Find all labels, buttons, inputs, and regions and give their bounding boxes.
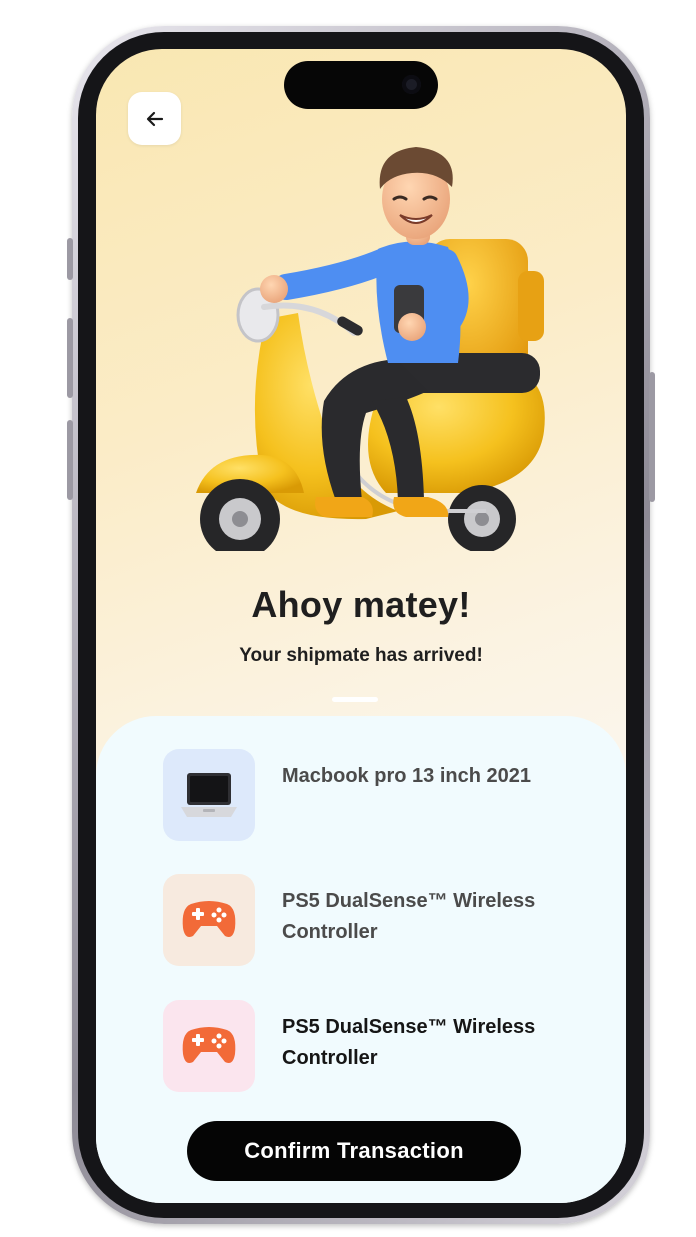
page-subtitle: Your shipmate has arrived! bbox=[239, 645, 483, 666]
app-screen: Ahoy matey! Your shipmate has arrived! M… bbox=[96, 49, 626, 1203]
list-item[interactable]: PS5 DualSense™ Wireless Controller bbox=[163, 874, 563, 966]
volume-up-button bbox=[67, 318, 73, 398]
volume-down-button bbox=[67, 420, 73, 500]
confirm-transaction-button[interactable]: Confirm Transaction bbox=[187, 1121, 521, 1181]
item-thumbnail bbox=[163, 1000, 255, 1092]
delivery-scooter-illustration bbox=[196, 147, 545, 551]
sheet-handle[interactable] bbox=[332, 697, 378, 702]
item-label: PS5 DualSense™ Wireless Controller bbox=[282, 890, 536, 943]
action-button bbox=[67, 238, 73, 280]
arrow-left-icon bbox=[146, 111, 163, 126]
list-item[interactable]: Macbook pro 13 inch 2021 bbox=[163, 749, 563, 841]
list-item[interactable]: PS5 DualSense™ Wireless Controller bbox=[163, 1000, 563, 1092]
page-title: Ahoy matey! bbox=[251, 584, 471, 625]
item-thumbnail bbox=[163, 874, 255, 966]
item-label: PS5 DualSense™ Wireless Controller bbox=[282, 1016, 536, 1069]
camera-icon bbox=[402, 75, 421, 94]
power-button bbox=[649, 372, 655, 502]
item-label: Macbook pro 13 inch 2021 bbox=[282, 765, 531, 787]
gamepad-icon bbox=[182, 1027, 236, 1063]
laptop-icon bbox=[181, 773, 237, 817]
gamepad-icon bbox=[182, 901, 236, 937]
item-thumbnail bbox=[163, 749, 255, 841]
